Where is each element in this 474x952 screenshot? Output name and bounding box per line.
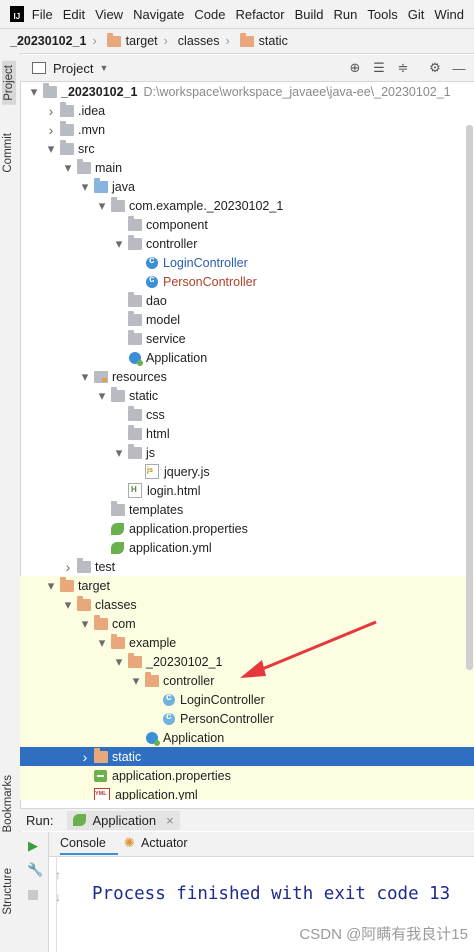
actuator-icon: ✺ bbox=[124, 835, 135, 850]
console-tab-underline bbox=[60, 853, 118, 855]
arrow-shaft bbox=[254, 620, 377, 674]
wrench-icon[interactable]: 🔧 bbox=[27, 862, 43, 878]
stop-icon[interactable] bbox=[28, 890, 38, 900]
run-config-tab[interactable]: Application × bbox=[67, 810, 180, 830]
tab-console[interactable]: Console bbox=[60, 836, 106, 850]
console-output: Process finished with exit code 13 bbox=[92, 884, 451, 904]
rerun-icon[interactable]: ▶ bbox=[28, 838, 38, 854]
watermark: CSDN @阿瞒有我良计15 bbox=[299, 923, 468, 944]
console-gutter bbox=[56, 856, 57, 952]
arrow-head bbox=[240, 660, 266, 678]
run-tabs: Console ✺ Actuator bbox=[20, 832, 474, 857]
run-bar: Run: Application × bbox=[20, 808, 474, 831]
spring-leaf-icon bbox=[73, 814, 87, 826]
tab-actuator[interactable]: Actuator bbox=[141, 836, 188, 850]
run-config-name: Application bbox=[92, 812, 157, 828]
close-icon[interactable]: × bbox=[166, 813, 174, 828]
run-label: Run: bbox=[26, 812, 54, 828]
run-toolbar: ▶ 🔧 ↑ ↓ bbox=[20, 832, 61, 952]
